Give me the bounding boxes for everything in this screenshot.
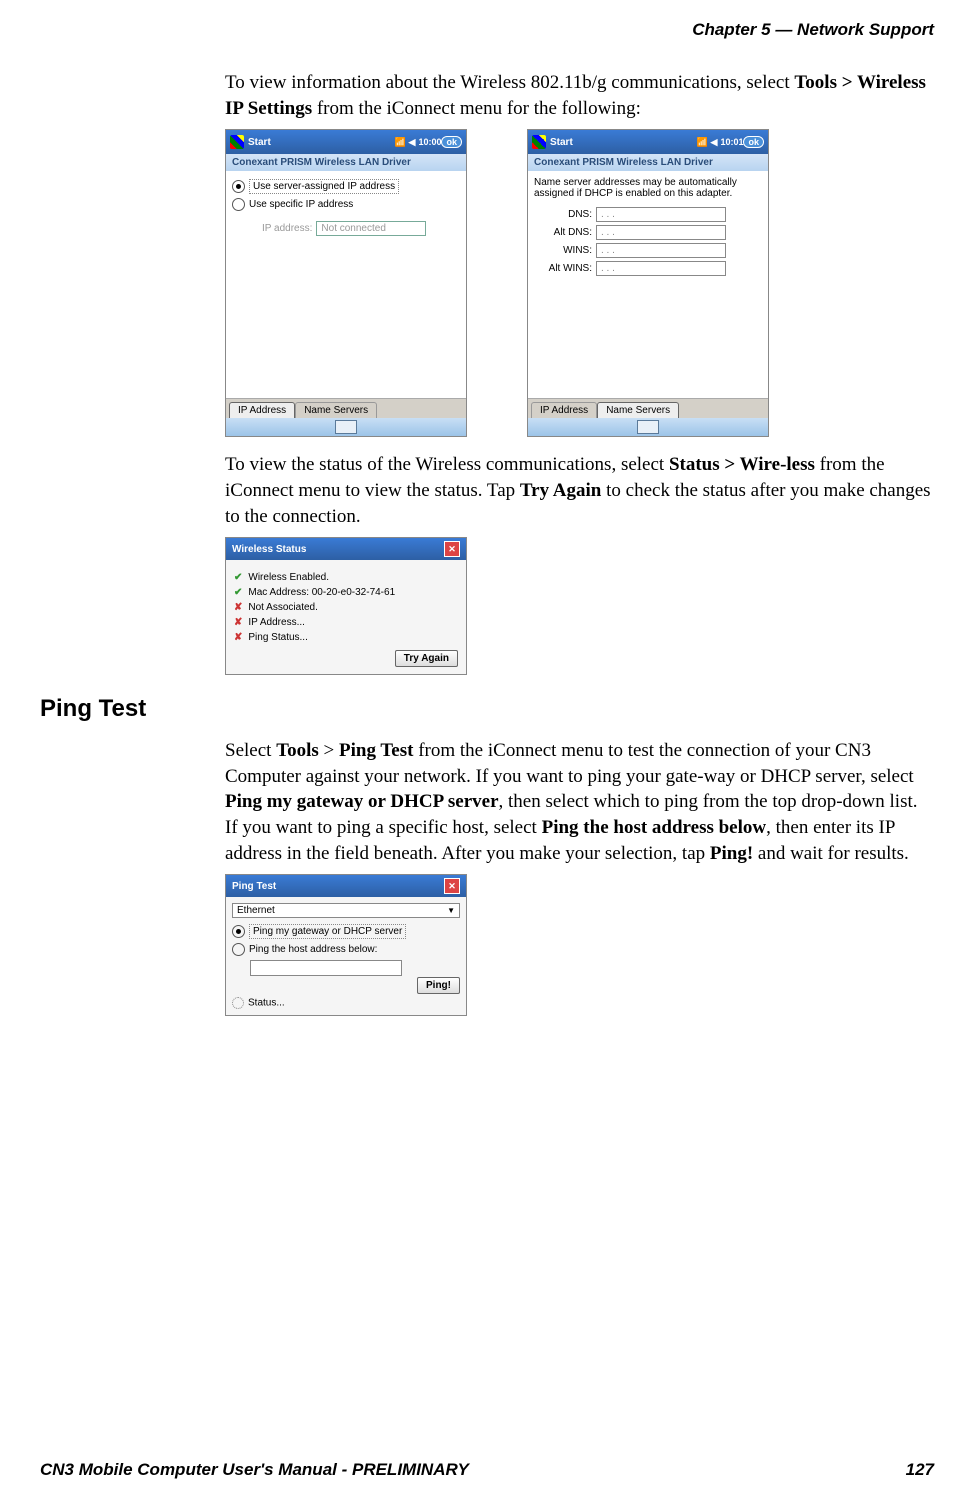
start-label[interactable]: Start	[248, 137, 271, 148]
close-icon[interactable]: ✕	[444, 878, 460, 894]
wins-input[interactable]: . . .	[596, 243, 726, 258]
page-number: 127	[906, 1460, 934, 1480]
try-again-button[interactable]: Try Again	[395, 650, 458, 667]
status-row-ip: ✘IP Address...	[234, 615, 458, 630]
ok-button[interactable]: ok	[441, 136, 462, 148]
sip-bar	[528, 418, 768, 436]
text: To view the status of the Wireless commu…	[225, 454, 669, 475]
interface-dropdown[interactable]: Ethernet ▼	[232, 903, 460, 918]
ip-address-field[interactable]: Not connected	[316, 221, 426, 236]
keyboard-icon[interactable]	[637, 420, 659, 434]
radio-icon	[232, 198, 245, 211]
tab-name-servers[interactable]: Name Servers	[597, 402, 679, 418]
x-icon: ✘	[234, 602, 242, 613]
status-icons: 📶 ◀ 10:00	[395, 137, 442, 148]
page-header: Chapter 5 — Network Support	[40, 20, 934, 40]
wireless-status-screenshot: Wireless Status ✕ ✔Wireless Enabled. ✔Ma…	[225, 537, 467, 675]
paragraph-2: To view the status of the Wireless commu…	[225, 452, 934, 529]
paragraph-1: To view information about the Wireless 8…	[225, 70, 934, 121]
radio-label: Ping the host address below:	[249, 944, 377, 955]
radio-ping-gateway[interactable]: Ping my gateway or DHCP server	[232, 922, 460, 941]
tab-name-servers[interactable]: Name Servers	[295, 402, 377, 418]
radio-label: Use server-assigned IP address	[249, 179, 399, 194]
tab-ip-address[interactable]: IP Address	[229, 402, 295, 418]
title-text: Wireless Status	[232, 544, 306, 555]
radio-ping-host[interactable]: Ping the host address below:	[232, 941, 460, 958]
title-text: Ping Test	[232, 881, 276, 892]
titlebar: Wireless Status ✕	[226, 538, 466, 560]
text: from the iConnect menu for the following…	[312, 98, 641, 119]
start-label[interactable]: Start	[550, 137, 573, 148]
check-icon: ✔	[234, 587, 242, 598]
host-address-input[interactable]	[250, 960, 402, 976]
ip-settings-screenshot-1: Start 📶 ◀ 10:00 ok Conexant PRISM Wirele…	[225, 129, 467, 437]
x-icon: ✘	[234, 632, 242, 643]
titlebar: Start 📶 ◀ 10:01 ok	[528, 130, 768, 154]
ok-button[interactable]: ok	[743, 136, 764, 148]
radio-specific-ip[interactable]: Use specific IP address	[232, 196, 460, 213]
dns-input[interactable]: . . .	[596, 207, 726, 222]
titlebar: Ping Test ✕	[226, 875, 466, 897]
titlebar: Start 📶 ◀ 10:00 ok	[226, 130, 466, 154]
radio-label: Use specific IP address	[249, 199, 353, 210]
alt-wins-label: Alt WINS:	[534, 263, 596, 274]
dhcp-note: Name server addresses may be automatical…	[534, 177, 762, 199]
driver-title: Conexant PRISM Wireless LAN Driver	[528, 154, 768, 171]
status-icons: 📶 ◀ 10:01	[697, 137, 744, 148]
dropdown-value: Ethernet	[237, 905, 275, 916]
spinner-icon	[232, 997, 244, 1009]
start-flag-icon	[230, 135, 244, 149]
status-row-mac: ✔Mac Address: 00-20-e0-32-74-61	[234, 585, 458, 600]
status-row-assoc: ✘Not Associated.	[234, 600, 458, 615]
bold: Try Again	[520, 480, 601, 501]
sip-bar	[226, 418, 466, 436]
footer-left: CN3 Mobile Computer User's Manual - PREL…	[40, 1460, 469, 1480]
check-icon: ✔	[234, 572, 242, 583]
status-row-ping: ✘Ping Status...	[234, 630, 458, 645]
radio-server-assigned[interactable]: Use server-assigned IP address	[232, 177, 460, 196]
chevron-down-icon: ▼	[447, 906, 455, 915]
radio-icon	[232, 925, 245, 938]
radio-icon	[232, 180, 245, 193]
alt-wins-input[interactable]: . . .	[596, 261, 726, 276]
close-icon[interactable]: ✕	[444, 541, 460, 557]
ping-test-screenshot: Ping Test ✕ Ethernet ▼ Ping my gateway o…	[225, 874, 467, 1016]
keyboard-icon[interactable]	[335, 420, 357, 434]
ping-status-row: Status...	[232, 997, 460, 1009]
ip-address-label: IP address:	[262, 223, 312, 234]
status-row-enabled: ✔Wireless Enabled.	[234, 570, 458, 585]
radio-label: Ping my gateway or DHCP server	[249, 924, 406, 939]
start-flag-icon	[532, 135, 546, 149]
wins-label: WINS:	[534, 245, 596, 256]
x-icon: ✘	[234, 617, 242, 628]
alt-dns-label: Alt DNS:	[534, 227, 596, 238]
alt-dns-input[interactable]: . . .	[596, 225, 726, 240]
tab-ip-address[interactable]: IP Address	[531, 402, 597, 418]
ping-test-heading: Ping Test	[40, 695, 934, 723]
text: To view information about the Wireless 8…	[225, 72, 794, 93]
dns-label: DNS:	[534, 209, 596, 220]
ping-button[interactable]: Ping!	[417, 977, 460, 994]
ip-settings-screenshot-2: Start 📶 ◀ 10:01 ok Conexant PRISM Wirele…	[527, 129, 769, 437]
radio-icon	[232, 943, 245, 956]
driver-title: Conexant PRISM Wireless LAN Driver	[226, 154, 466, 171]
paragraph-3: Select Tools > Ping Test from the iConne…	[225, 738, 934, 866]
bold: Status > Wire-less	[669, 454, 815, 475]
